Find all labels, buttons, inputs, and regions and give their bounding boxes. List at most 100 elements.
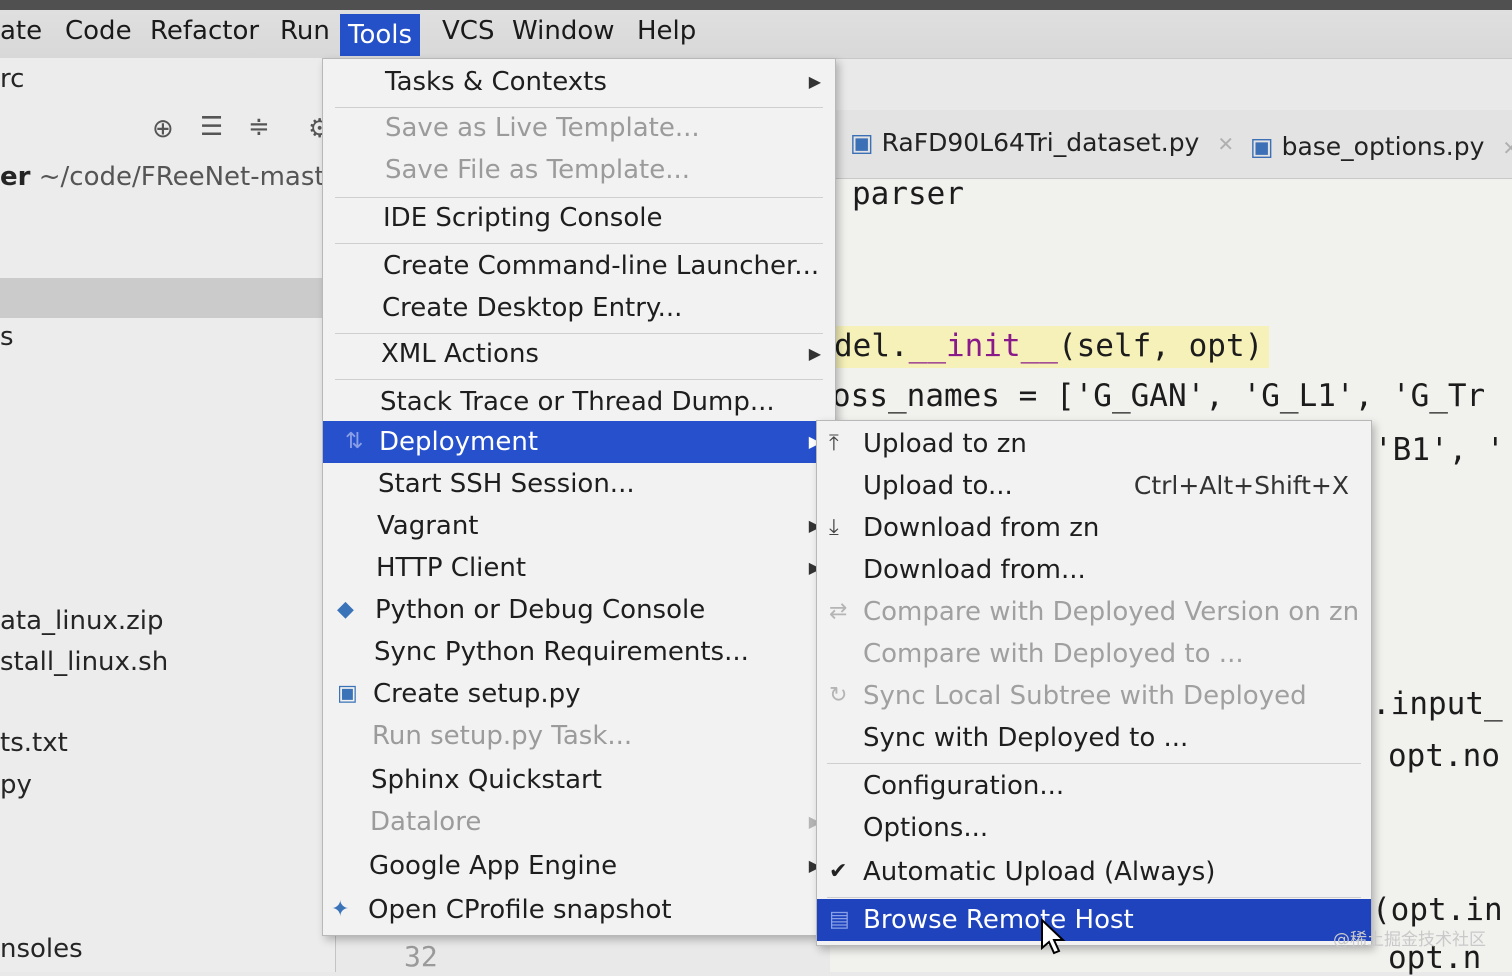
menu-help[interactable]: Help [637, 16, 696, 46]
tab-label: base_options.py [1281, 132, 1485, 161]
submenu-item-sync-with-deployed[interactable]: Sync with Deployed to ... [817, 717, 1371, 759]
menu-item-save-file-template[interactable]: Save File as Template... [323, 149, 835, 191]
code-line: (opt.in [1372, 892, 1503, 928]
menu-item-create-setup[interactable]: ▣ Create setup.py [323, 673, 835, 715]
menu-item-label: Upload to zn [863, 429, 1027, 459]
menu-item-save-live-template[interactable]: Save as Live Template... [323, 107, 835, 149]
menu-item-label: Automatic Upload (Always) [863, 857, 1216, 887]
submenu-item-upload-to-zn[interactable]: ⤒ Upload to zn [817, 423, 1371, 465]
menu-separator [335, 379, 823, 380]
menu-item-datalore[interactable]: Datalore ▶ [323, 801, 835, 843]
tree-item-file[interactable]: nsoles [0, 934, 83, 964]
menu-item-sphinx-quickstart[interactable]: Sphinx Quickstart [323, 759, 835, 801]
menu-item-tasks-contexts[interactable]: Tasks & Contexts ▶ [323, 61, 835, 103]
submenu-arrow-icon: ▶ [808, 72, 821, 91]
close-icon[interactable]: ✕ [1502, 136, 1512, 160]
menu-item-label: Create setup.py [373, 679, 581, 709]
python-icon: ◆ [337, 597, 354, 622]
menu-item-label: Save as Live Template... [385, 113, 700, 143]
menu-code[interactable]: Code [65, 16, 132, 46]
menu-item-google-app-engine[interactable]: Google App Engine ▶ [323, 845, 835, 887]
menu-window[interactable]: Window [512, 16, 615, 46]
menu-item-http-client[interactable]: HTTP Client ▶ [323, 547, 835, 589]
code-line: opt.no [1388, 738, 1500, 774]
tree-item-file[interactable]: py [0, 770, 32, 800]
menu-item-open-cprofile[interactable]: ✦ Open CProfile snapshot [323, 889, 835, 931]
close-icon[interactable]: ✕ [1217, 132, 1234, 156]
menu-item-start-ssh[interactable]: Start SSH Session... [323, 463, 835, 505]
menu-item-label: Upload to... [863, 471, 1013, 501]
code-line: oss_names = ['G_GAN', 'G_L1', 'G_Tr [832, 378, 1485, 414]
menu-item-create-desktop-entry[interactable]: Create Desktop Entry... [323, 287, 835, 329]
tree-item-file[interactable]: stall_linux.sh [0, 647, 168, 677]
menu-item-label: Download from zn [863, 513, 1100, 543]
menu-item-label: Compare with Deployed to ... [863, 639, 1244, 669]
submenu-arrow-icon: ▶ [808, 344, 821, 363]
submenu-item-sync-local-subtree[interactable]: ↻ Sync Local Subtree with Deployed [817, 675, 1371, 717]
menu-item-xml-actions[interactable]: XML Actions ▶ [323, 333, 835, 375]
menu-item-ide-scripting-console[interactable]: IDE Scripting Console [323, 197, 835, 239]
python-file-icon: ▣ [850, 128, 874, 157]
menu-item-label: Save File as Template... [385, 155, 691, 185]
menu-item-label: Datalore [370, 807, 482, 837]
watermark: @稀土掘金技术社区 [1333, 930, 1486, 950]
project-root-label: er [0, 162, 31, 192]
code-line: 'B1', ' [1374, 432, 1505, 468]
menu-run[interactable]: Run [280, 16, 330, 46]
menu-item-label: Start SSH Session... [378, 469, 635, 499]
panel-header-text: rc [0, 64, 25, 94]
code-token: (self, opt) [1057, 328, 1264, 364]
submenu-item-configuration[interactable]: Configuration... [817, 765, 1371, 807]
menu-item-stack-trace[interactable]: Stack Trace or Thread Dump... [323, 381, 835, 423]
download-icon: ⤓ [829, 515, 839, 540]
window-titlebar-edge [0, 0, 1512, 10]
tree-item-file[interactable]: ts.txt [0, 728, 68, 758]
expand-all-icon[interactable]: ☰ [200, 112, 223, 142]
menu-navigate[interactable]: ate [0, 16, 42, 46]
menu-item-create-cli-launcher[interactable]: Create Command-line Launcher... [323, 245, 835, 287]
collapse-all-icon[interactable]: ≑ [248, 112, 270, 142]
submenu-item-upload-to[interactable]: Upload to... Ctrl+Alt+Shift+X [817, 465, 1371, 507]
deployment-icon: ⇅ [345, 429, 364, 454]
menu-item-label: Deployment [379, 427, 539, 457]
submenu-item-compare-to[interactable]: Compare with Deployed to ... [817, 633, 1371, 675]
menu-item-label: Create Command-line Launcher... [383, 251, 820, 281]
submenu-item-download-from[interactable]: Download from... [817, 549, 1371, 591]
submenu-item-browse-remote-host[interactable]: ▤ Browse Remote Host [817, 899, 1371, 941]
menu-item-label: Sync Python Requirements... [374, 637, 749, 667]
tab-dataset[interactable]: ▣ RaFD90L64Tri_dataset.py ✕ [850, 128, 1234, 157]
project-root[interactable]: er ~/code/FReeNet-master [0, 162, 351, 192]
locate-icon[interactable]: ⊕ [152, 114, 174, 144]
selected-tree-row[interactable] [0, 278, 335, 318]
submenu-item-automatic-upload[interactable]: ✔ Automatic Upload (Always) [817, 851, 1371, 893]
menu-refactor[interactable]: Refactor [150, 16, 259, 46]
tree-item-file[interactable]: ata_linux.zip [0, 606, 164, 636]
checkmark-icon: ✔ [829, 859, 848, 884]
menu-item-label: Vagrant [377, 511, 479, 541]
submenu-item-options[interactable]: Options... [817, 807, 1371, 849]
menu-separator [335, 243, 823, 244]
submenu-item-compare-zn[interactable]: ⇄ Compare with Deployed Version on zn [817, 591, 1371, 633]
menu-item-label: Open CProfile snapshot [368, 895, 672, 925]
menu-item-sync-requirements[interactable]: Sync Python Requirements... [323, 631, 835, 673]
menu-item-label: Google App Engine [369, 851, 618, 881]
code-token: del. [834, 328, 909, 364]
menu-item-deployment[interactable]: ⇅ Deployment ▶ [323, 421, 835, 463]
code-line: parser [852, 176, 964, 212]
menu-vcs[interactable]: VCS [442, 16, 494, 46]
submenu-item-download-from-zn[interactable]: ⤓ Download from zn [817, 507, 1371, 549]
python-file-icon: ▣ [337, 681, 358, 706]
menu-item-label: XML Actions [381, 339, 539, 369]
menu-item-label: IDE Scripting Console [383, 203, 663, 233]
upload-icon: ⤒ [829, 431, 839, 456]
menu-item-label: Download from... [863, 555, 1086, 585]
tree-item[interactable]: s [0, 322, 14, 352]
menu-tools[interactable]: Tools [340, 14, 421, 56]
menu-item-python-console[interactable]: ◆ Python or Debug Console [323, 589, 835, 631]
menu-item-run-setup-task[interactable]: Run setup.py Task... [323, 715, 835, 757]
menu-item-vagrant[interactable]: Vagrant ▶ [323, 505, 835, 547]
sync-icon: ↻ [829, 683, 848, 708]
project-root-path: ~/code/FReeNet-master [38, 162, 352, 192]
tab-base-options[interactable]: ▣ base_options.py ✕ [1250, 132, 1512, 161]
menu-item-label: Sync with Deployed to ... [863, 723, 1189, 753]
